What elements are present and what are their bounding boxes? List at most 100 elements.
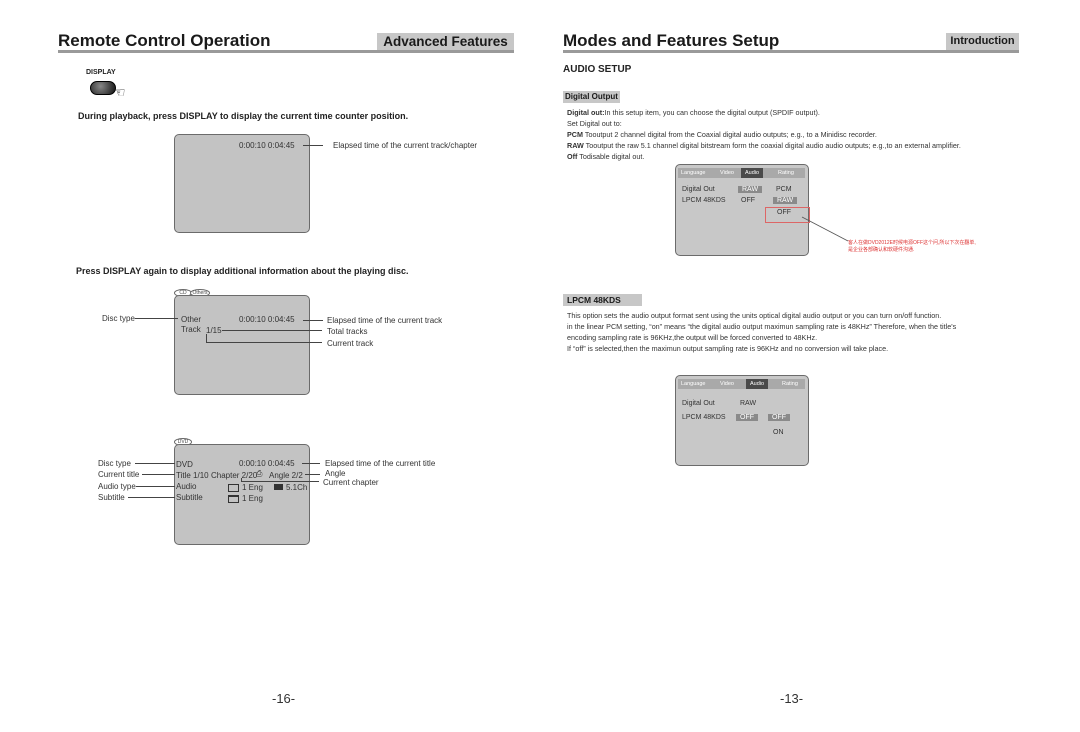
desc-bold: Digital out: (567, 108, 605, 117)
menu-row-value: RAW (738, 186, 763, 193)
label-total-tracks: Total tracks (327, 327, 368, 336)
desc-bold: Off (567, 152, 578, 161)
leader-line (128, 497, 175, 498)
camera-angle-icon: ⎙ (256, 469, 263, 478)
menu-tab-video: Video (720, 381, 734, 387)
label-disc-type-dvd: Disc type (98, 459, 131, 468)
menu-row-label: LPCM 48KDS (682, 197, 726, 204)
instruction-1: During playback, press DISPLAY to displa… (78, 111, 409, 121)
label-current-chapter: Current chapter (323, 478, 379, 487)
leader-line (135, 318, 178, 319)
lpcm-line: This option sets the audio output format… (567, 311, 942, 320)
lpcm-description: This option sets the audio output format… (567, 310, 956, 354)
subtitle-icon (228, 495, 239, 503)
desc-text: Tooutput the raw 5.1 channel digital bit… (583, 141, 961, 150)
menu-tab-audio: Audio (741, 168, 764, 178)
desc-bold: PCM (567, 130, 583, 139)
menu-tab-rating: Rating (782, 381, 798, 387)
desc-text: In this setup item, you can choose the d… (604, 108, 820, 117)
screen3-audio-label: Audio (176, 482, 197, 491)
leader-line (206, 342, 322, 343)
menu-option-on: ON (773, 429, 784, 436)
label-audio-type: Audio type (98, 482, 136, 491)
right-title-rule (563, 50, 1019, 53)
screen3-disc-type: DVD (176, 460, 193, 469)
menu-row-label: Digital Out (682, 186, 715, 193)
desc-text: Todisable digital out. (577, 152, 645, 161)
lpcm-line: encoding sampling rate is 96KHz,the outp… (567, 333, 818, 342)
menu-row-label: Digital Out (682, 400, 715, 407)
menu-tab-bar: Language Video Audio Rating (678, 168, 805, 178)
section-tag: Advanced Features (377, 33, 514, 50)
menu-row-value: OFF (741, 197, 755, 204)
desc-bold: RAW (567, 141, 584, 150)
screen3-audio-channels: 5.1Ch (286, 483, 308, 492)
label-elapsed-title: Elapsed time of the current title (325, 459, 436, 468)
label-elapsed-track: Elapsed time of the current track (327, 316, 443, 325)
annotation-pointer-line (801, 216, 849, 242)
menu-option-pcm: PCM (776, 186, 792, 193)
instruction-2: Press DISPLAY again to display additiona… (76, 266, 409, 276)
screen2-time: 0:00:10 0:04:45 (239, 315, 295, 324)
label-angle: Angle (325, 469, 346, 478)
pointing-hand-icon: ☜ (113, 84, 126, 100)
dolby-icon (274, 484, 283, 490)
red-note-line: 是企业各部确认和软硬件沟通. (848, 247, 915, 253)
menu-row-value: OFF (736, 414, 758, 421)
left-page-number: -16- (272, 691, 296, 706)
intro-tag: Introduction (946, 33, 1019, 50)
menu-tab-bar: Language Video Audio Rating (678, 379, 805, 389)
desc-text: Tooutput 2 channel digital from the Coax… (582, 130, 877, 139)
menu-tab-language: Language (681, 170, 706, 176)
menu-row-label: LPCM 48KDS (682, 414, 726, 421)
screen3-time: 0:00:10 0:04:45 (239, 459, 295, 468)
menu-option-off: OFF (768, 414, 790, 421)
screen2-disc-type: Other (181, 315, 202, 324)
right-page-title: Modes and Features Setup (563, 31, 780, 50)
speech-bubble-icon (228, 484, 239, 492)
left-title-rule (58, 50, 514, 53)
menu-tab-language: Language (681, 381, 706, 387)
screen3-title: Title 1/10 (176, 471, 209, 480)
menu-tab-rating: Rating (778, 170, 794, 176)
left-page-title: Remote Control Operation (58, 31, 271, 50)
leader-line (142, 474, 175, 475)
leader-line (303, 320, 323, 321)
leader-line (303, 145, 323, 146)
desc-line: Off Todisable digital out. (567, 151, 961, 162)
leader-line (222, 330, 322, 331)
label-disc-type: Disc type (102, 314, 135, 323)
screen2-track-value: 1/15 (206, 326, 222, 335)
screen1-annotation: Elapsed time of the current track/chapte… (333, 141, 478, 150)
red-note-line: 客人在做DVD2012E时候电源OFF这个问,所以下次在翻单, (848, 240, 976, 246)
lpcm-line: If “off” is selected,then the maximun ou… (567, 344, 889, 353)
display-button-label: DISPLAY (86, 69, 116, 76)
menu-tab-audio: Audio (746, 379, 769, 389)
menu-row-value: RAW (740, 400, 757, 407)
leader-line (135, 463, 175, 464)
leader-line (136, 486, 175, 487)
digital-output-description: Digital out:In this setup item, you can … (567, 107, 961, 162)
desc-line: PCM Tooutput 2 channel digital from the … (567, 129, 961, 140)
menu-option-raw: RAW (773, 197, 798, 204)
lpcm-line: in the linear PCM setting, “on” means “t… (567, 322, 957, 331)
desc-line: Set Digital out to: (567, 118, 961, 129)
digital-output-heading: Digital Output (563, 91, 620, 103)
screen3-subtitle-value: 1 Eng (242, 494, 263, 503)
desc-text: Set Digital out to: (567, 119, 622, 128)
lpcm-heading: LPCM 48KDS (563, 294, 642, 306)
red-annotation-note: 客人在做DVD2012E时候电源OFF这个问,所以下次在翻单, 是企业各部确认和… (848, 240, 976, 254)
leader-line (206, 334, 207, 342)
audio-setup-heading: AUDIO SETUP (563, 64, 632, 75)
screen3-chapter: Chapter 2/20 (211, 471, 258, 480)
screen-disc-info-cd (174, 295, 310, 395)
desc-line: RAW Tooutput the raw 5.1 channel digital… (567, 140, 961, 151)
screen1-time: 0:00:10 0:04:45 (239, 141, 295, 150)
label-current-track: Current track (327, 339, 374, 348)
leader-line (305, 474, 320, 475)
screen2-track-label: Track (181, 325, 201, 334)
screen3-audio-value: 1 Eng (242, 483, 263, 492)
leader-line (241, 481, 319, 482)
label-subtitle: Subtitle (98, 493, 125, 502)
menu-tab-video: Video (720, 170, 734, 176)
